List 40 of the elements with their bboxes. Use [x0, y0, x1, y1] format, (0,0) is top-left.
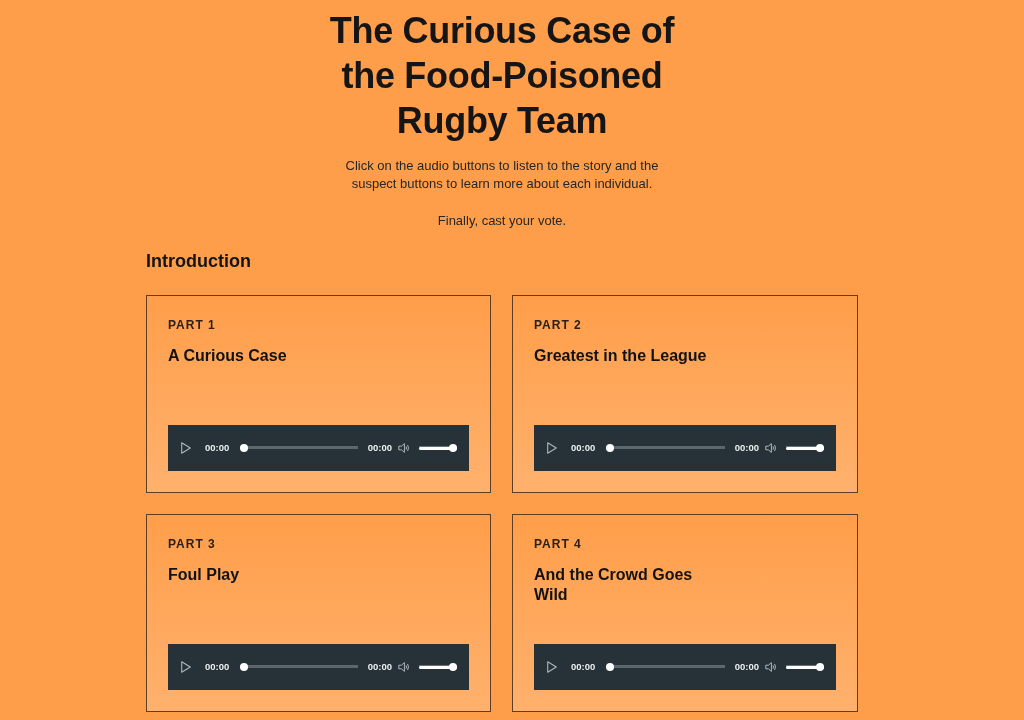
duration-time: 00:00 [734, 661, 759, 673]
intro-text: Finally, cast your vote. [437, 212, 567, 230]
current-time: 00:00 [205, 442, 230, 454]
play-icon[interactable] [547, 442, 557, 454]
volume-handle[interactable] [816, 663, 824, 671]
speaker-icon[interactable] [398, 661, 410, 673]
part-title: Foul Play [168, 565, 240, 585]
progress-handle[interactable] [606, 663, 615, 671]
part-label: PART 4 [534, 537, 582, 551]
play-icon[interactable] [547, 661, 557, 673]
page-title: The Curious Case of the Food-Poisoned Rugby Team [328, 9, 676, 143]
progress-handle[interactable] [240, 663, 249, 671]
duration-time: 00:00 [367, 661, 392, 673]
current-time: 00:00 [571, 442, 596, 454]
speaker-icon[interactable] [765, 442, 777, 454]
play-icon[interactable] [181, 442, 191, 454]
part-label: PART 1 [168, 318, 216, 332]
part-label: PART 3 [168, 537, 216, 551]
progress-track[interactable] [606, 663, 725, 671]
section-heading: Introduction [146, 250, 251, 273]
part-title: A Curious Case [168, 346, 287, 366]
speaker-icon[interactable] [765, 661, 777, 673]
current-time: 00:00 [205, 661, 230, 673]
part-label: PART 2 [534, 318, 582, 332]
duration-time: 00:00 [367, 442, 392, 454]
volume-handle[interactable] [449, 663, 457, 671]
current-time: 00:00 [571, 661, 596, 673]
part-title: Greatest in the League [534, 346, 707, 366]
volume-handle[interactable] [449, 444, 457, 452]
speaker-icon[interactable] [398, 442, 410, 454]
progress-track[interactable] [240, 444, 358, 452]
duration-time: 00:00 [734, 442, 759, 454]
part-title: And the Crowd Goes Wild [534, 565, 694, 605]
progress-track[interactable] [240, 663, 358, 671]
play-icon[interactable] [181, 661, 191, 673]
progress-track[interactable] [606, 444, 725, 452]
intro-text: Click on the audio buttons to listen to the story and the suspect buttons to learn more about each individual. [344, 157, 660, 193]
volume-handle[interactable] [816, 444, 824, 452]
progress-handle[interactable] [240, 444, 249, 452]
progress-handle[interactable] [606, 444, 615, 452]
